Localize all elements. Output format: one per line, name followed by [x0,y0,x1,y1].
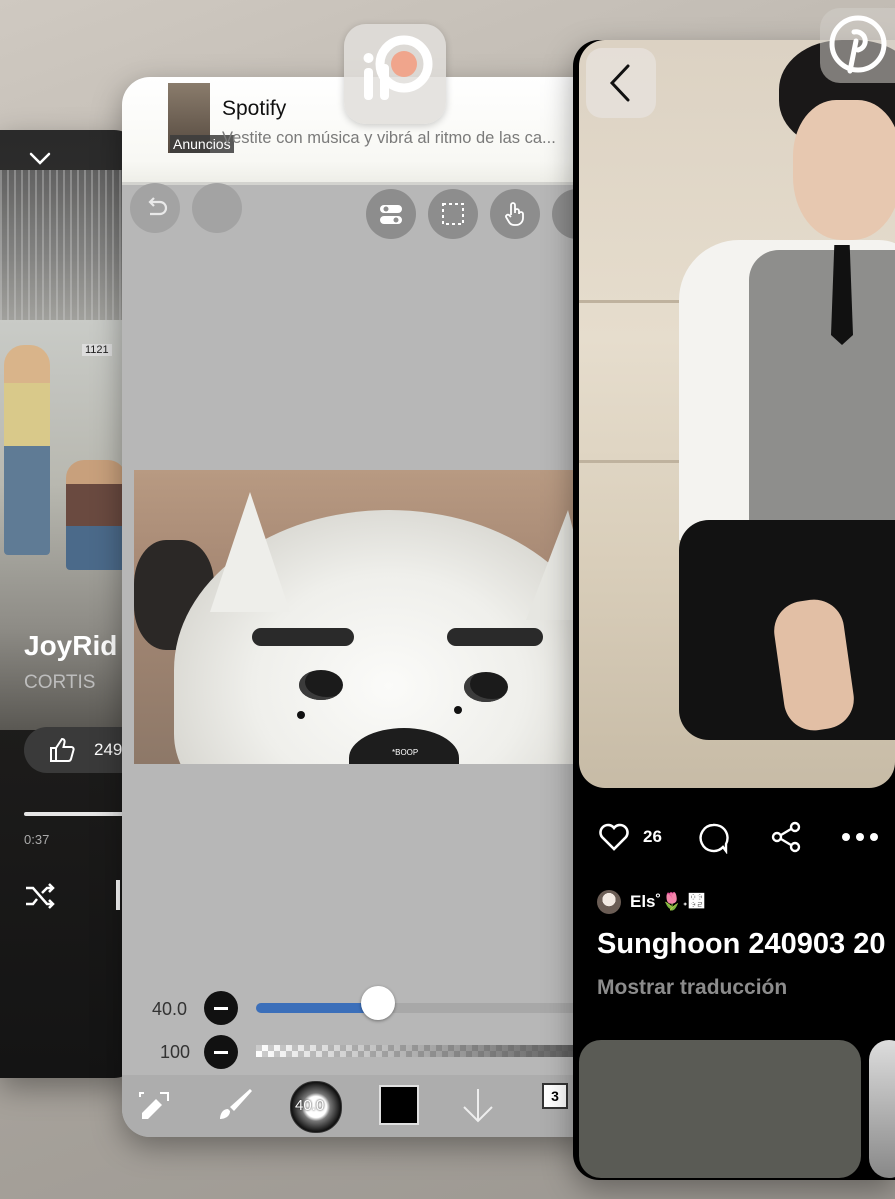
redo-button[interactable] [192,183,242,233]
dog-eye-left [299,670,343,700]
pin-figure-face [793,100,895,240]
drawn-eyebrow-left [252,628,354,646]
ad-subtitle: Vestite con música y vibrá al ritmo de l… [222,129,556,147]
comment-icon[interactable] [697,822,729,854]
music-player-card[interactable]: 1121 JoyRid CORTIS 249 0:37 [0,130,140,1078]
back-button[interactable] [586,48,656,118]
canvas-image[interactable]: *BOOP [134,470,592,764]
elapsed-time: 0:37 [24,832,50,847]
selection-icon [442,203,464,225]
album-art-figure-sitting [66,460,126,570]
brush-size-label: 40.0 [152,999,188,1019]
chevron-down-icon[interactable] [28,150,52,168]
show-translation-link[interactable]: Mostrar traducción [597,976,787,1000]
color-picker-button[interactable] [379,1085,419,1125]
album-art-figure-standing [4,345,50,555]
username[interactable]: Els˚🌷˖঒ [630,892,705,912]
brush-icon[interactable] [216,1085,256,1125]
selection-button[interactable] [428,189,478,239]
undo-button[interactable] [130,183,180,233]
pinterest-app-icon[interactable] [820,8,895,83]
pin-action-bar: 26 [573,820,895,860]
previous-track-icon[interactable] [116,880,120,910]
thumbs-up-icon [50,737,75,762]
pin-title: Sunghoon 240903 20 [597,928,886,960]
related-pin-thumbnail[interactable] [869,1040,895,1178]
brush-size-slider[interactable] [256,1003,592,1013]
pin-figure-vest [749,250,895,540]
drawing-app-card[interactable]: Anuncios Spotify Vestite con música y vi… [122,77,592,1137]
bottom-toolbar: 40.0 3 [122,1075,592,1137]
layers-button[interactable]: 3 [542,1083,568,1109]
album-art-sign: 1121 [82,344,112,356]
brush-size-slider-fill [256,1003,379,1013]
brush-preview-label: 40.0 [295,1097,325,1114]
avatar[interactable] [597,890,621,914]
ibis-paint-app-icon[interactable] [344,24,446,124]
opacity-slider[interactable] [256,1045,592,1057]
hand-icon [505,202,524,226]
artist-name[interactable]: CORTIS [24,672,95,694]
opacity-label: 100 [160,1042,191,1062]
related-pin-thumbnail[interactable] [579,1040,861,1178]
toggle-icon [380,205,402,224]
opacity-decrease-button[interactable] [204,1035,238,1069]
undo-icon [148,197,168,216]
image-caption: *BOOP [392,748,419,757]
share-icon[interactable] [769,820,803,854]
song-title: JoyRid [24,630,118,661]
brush-preview-button[interactable]: 40.0 [290,1081,342,1133]
shuffle-icon[interactable] [24,882,56,910]
brush-size-slider-handle[interactable] [361,986,396,1020]
pin-image[interactable] [579,40,895,788]
chevron-left-icon [609,64,630,102]
hand-tool-button[interactable] [490,189,540,239]
ceiling-lights-backdrop [0,170,140,320]
drawn-eyebrow-right [447,628,543,646]
pin-figure-tie [831,245,853,345]
brush-size-decrease-button[interactable] [204,991,238,1025]
pinterest-card[interactable]: 26 Els˚🌷˖঒ Sunghoon 240903 20 Mostrar tr… [573,40,895,1180]
ad-title: Spotify [222,97,287,120]
like-count: 249 [94,740,123,759]
more-options-icon[interactable] [841,832,881,842]
pin-like-count: 26 [643,827,662,846]
tool-switch-icon[interactable] [136,1085,176,1125]
drawn-dot-left [297,711,305,719]
heart-icon[interactable] [597,820,631,852]
toggle-settings-button[interactable] [366,189,416,239]
drawn-dot-right [454,706,462,714]
arrow-down-icon[interactable] [460,1085,496,1125]
dog-eye-right [464,672,508,702]
pinterest-logo-icon [829,15,887,74]
ibis-paint-logo-icon [363,35,433,100]
